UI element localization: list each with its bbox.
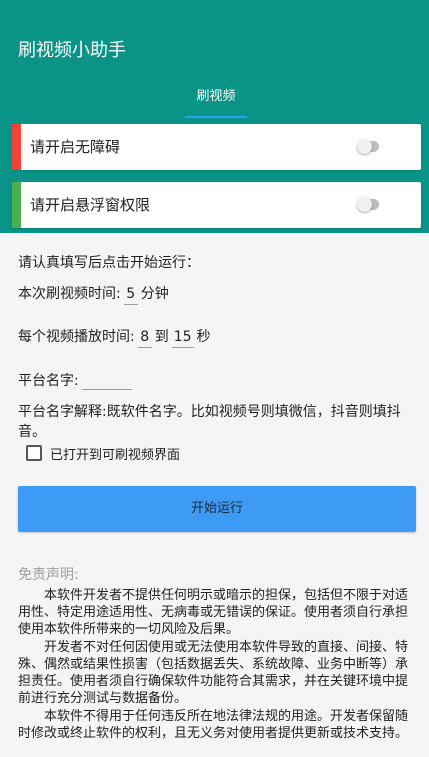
platform-explain: 平台名字解释:既软件名字。比如视频号则填微信，抖音则填抖音。 [18, 404, 401, 440]
tab-shua-shipin[interactable]: 刷视频 [185, 84, 247, 118]
play-min-input[interactable]: 8 [137, 329, 152, 348]
toggle-knob [357, 139, 372, 154]
disclaimer: 免责声明: 本软件开发者不提供任何明示或暗示的担保，包括但不限于对适用性、特定用… [18, 567, 414, 743]
main-content: 请认真填写后点击开始运行： 本次刷视频时间: 5 分钟 每个视频播放时间: 8 到 15 秒… [0, 233, 429, 757]
platform-name-input[interactable] [81, 374, 132, 390]
play-to-label: 到 [154, 329, 169, 345]
play-time-label: 每个视频播放时间: [18, 329, 135, 345]
status-bar-red [12, 124, 21, 170]
platform-row: 平台名字: [18, 370, 132, 390]
play-max-input[interactable]: 15 [171, 329, 194, 348]
play-time-row: 每个视频播放时间: 8 到 15 秒 [18, 326, 211, 348]
platform-label: 平台名字: [18, 373, 79, 389]
opened-checkbox-label: 已打开到可刷视频界面 [50, 448, 181, 463]
start-button[interactable]: 开始运行 [18, 486, 416, 532]
duration-row: 本次刷视频时间: 5 分钟 [18, 283, 169, 305]
accessibility-permission-card[interactable]: 请开启无障碍 [12, 124, 421, 170]
app-title: 刷视频小助手 [18, 40, 126, 61]
overlay-permission-card[interactable]: 请开启悬浮窗权限 [12, 182, 421, 228]
disclaimer-paragraph: 本软件不得用于任何违反所在地法律法规的用途。开发者保留随时修改或终止软件的权利，… [18, 709, 409, 741]
status-bar-green [12, 182, 21, 228]
accessibility-permission-label: 请开启无障碍 [30, 138, 121, 156]
form-intro: 请认真填写后点击开始运行： [18, 255, 200, 271]
overlay-toggle[interactable] [357, 197, 379, 212]
disclaimer-title: 免责声明: [18, 567, 79, 583]
opened-checkbox[interactable] [26, 445, 42, 461]
play-unit: 秒 [196, 329, 211, 345]
tab-bar: 刷视频 [0, 84, 429, 118]
app-bar: 刷视频小助手 刷视频 请开启无障碍 请开启悬浮窗权限 [0, 0, 429, 233]
duration-input[interactable]: 5 [123, 286, 138, 305]
duration-label: 本次刷视频时间: [18, 286, 121, 302]
tab-indicator [185, 116, 247, 118]
disclaimer-paragraph: 开发者不对任何因使用或无法使用本软件导致的直接、间接、特殊、偶然或结果性损害（包… [18, 640, 409, 706]
overlay-permission-label: 请开启悬浮窗权限 [30, 196, 151, 214]
duration-unit: 分钟 [140, 286, 169, 302]
toggle-knob [357, 197, 372, 212]
accessibility-toggle[interactable] [357, 139, 379, 154]
disclaimer-paragraph: 本软件开发者不提供任何明示或暗示的担保，包括但不限于对适用性、特定用途适用性、无… [18, 588, 409, 637]
